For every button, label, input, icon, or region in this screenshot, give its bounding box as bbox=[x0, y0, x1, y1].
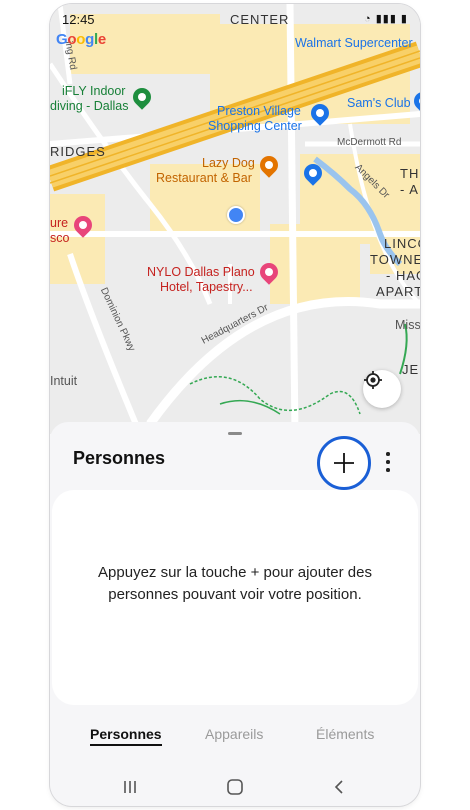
tab-personnes[interactable]: Personnes bbox=[90, 726, 162, 746]
map-label-ifly-1[interactable]: iFLY Indoor bbox=[62, 84, 125, 99]
map-label-ure[interactable]: ure bbox=[50, 216, 68, 231]
status-time: 12:45 bbox=[62, 12, 95, 27]
recents-icon[interactable] bbox=[115, 776, 145, 798]
map-label-sams[interactable]: Sam's Club bbox=[347, 96, 411, 111]
map-label-linco: LINCO bbox=[384, 236, 420, 251]
map-label-th: TH bbox=[400, 166, 420, 181]
status-icons: ◔ ▮▮▮ ▮ bbox=[364, 13, 408, 25]
map-label-lazydog-1[interactable]: Lazy Dog bbox=[202, 156, 255, 171]
map-label-apart: APART bbox=[376, 284, 420, 299]
back-icon[interactable] bbox=[324, 776, 354, 798]
map-label-preston-1[interactable]: Preston Village bbox=[217, 104, 301, 119]
tab-elements[interactable]: Éléments bbox=[316, 726, 374, 742]
map-label-walmart[interactable]: Walmart Supercenter bbox=[295, 36, 413, 51]
current-location-dot bbox=[227, 206, 245, 224]
map-label-preston-2[interactable]: Shopping Center bbox=[208, 119, 302, 134]
sheet-drag-handle[interactable] bbox=[228, 432, 242, 435]
map-label-je: JE bbox=[402, 362, 420, 377]
map-label-ifly-2[interactable]: diving - Dallas bbox=[50, 99, 129, 114]
map-label-intuit[interactable]: Intuit bbox=[50, 374, 77, 389]
map-label-lazydog-2[interactable]: Restaurant & Bar bbox=[156, 171, 252, 186]
sheet-title: Personnes bbox=[73, 448, 166, 468]
empty-state-card: Appuyez sur la touche + pour ajouter des… bbox=[52, 490, 418, 705]
map-label-miss[interactable]: Miss bbox=[395, 318, 420, 333]
status-bar: 12:45 ◔ ▮▮▮ ▮ bbox=[50, 4, 420, 34]
map-label-ridges: RIDGES bbox=[50, 144, 106, 159]
crosshair-icon bbox=[364, 371, 382, 389]
more-options-icon[interactable] bbox=[380, 450, 396, 474]
map-label-nylo-1[interactable]: NYLO Dallas Plano bbox=[147, 265, 255, 280]
street-label-mcdermott: McDermott Rd bbox=[337, 137, 402, 148]
map-label-hag: - HAG bbox=[386, 268, 420, 283]
my-location-button[interactable] bbox=[363, 370, 401, 408]
plus-icon bbox=[334, 453, 354, 473]
bottom-sheet: Personnes Appuyez sur la touche + pour a… bbox=[50, 422, 420, 806]
tab-bar: Personnes Appareils Éléments bbox=[50, 722, 420, 752]
tab-appareils[interactable]: Appareils bbox=[205, 726, 263, 742]
google-logo: Google bbox=[56, 31, 106, 48]
map-label-sco[interactable]: sco bbox=[50, 231, 69, 246]
empty-state-message: Appuyez sur la touche + pour ajouter des… bbox=[98, 564, 372, 603]
home-icon[interactable] bbox=[220, 776, 250, 798]
map-label-a: - A bbox=[400, 182, 419, 197]
phone-screen: 12:45 ◔ ▮▮▮ ▮ Google ing Rd CENTER Walma… bbox=[50, 4, 420, 806]
add-person-button[interactable] bbox=[317, 436, 371, 490]
map-label-towne: TOWNE bbox=[370, 252, 420, 267]
map-view[interactable]: 12:45 ◔ ▮▮▮ ▮ Google ing Rd CENTER Walma… bbox=[50, 4, 420, 434]
map-label-nylo-2[interactable]: Hotel, Tapestry... bbox=[160, 280, 253, 295]
system-nav-bar bbox=[50, 772, 420, 802]
